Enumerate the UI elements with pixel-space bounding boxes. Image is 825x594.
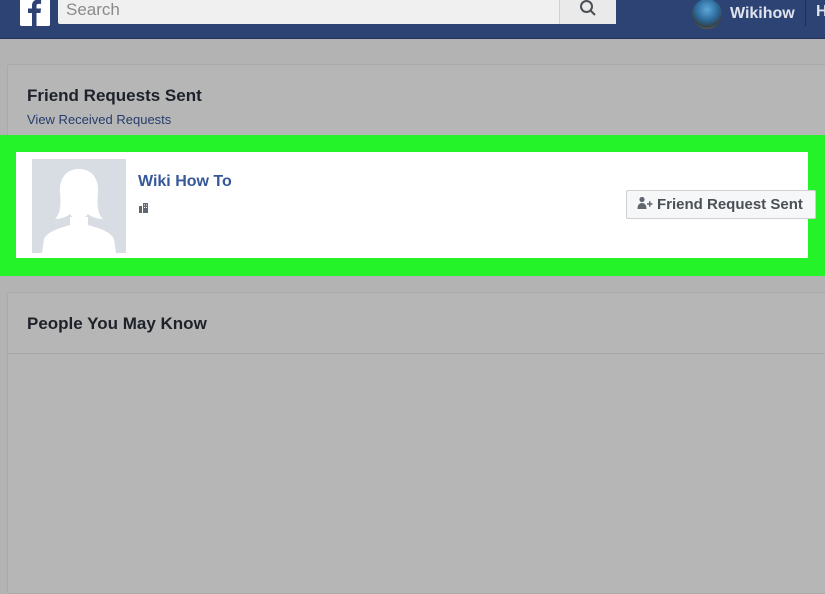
- profile-name: Wikihow: [730, 5, 795, 22]
- search-input[interactable]: [58, 0, 559, 24]
- section-title: Friend Requests Sent: [27, 86, 202, 105]
- search-button[interactable]: [559, 0, 616, 24]
- top-navigation-bar: Wikihow H: [0, 0, 825, 39]
- nav-divider: [805, 0, 806, 26]
- list-item: Wiki How To Friend Request Sent: [16, 152, 816, 258]
- divider: [8, 353, 825, 354]
- nav-home-link[interactable]: H: [816, 3, 825, 21]
- section-title: People You May Know: [27, 314, 207, 333]
- person-add-icon: [637, 196, 657, 214]
- profile-link[interactable]: Wikihow: [692, 0, 795, 29]
- button-label: Friend Request Sent: [657, 196, 803, 213]
- avatar: [692, 0, 722, 29]
- facebook-f-icon[interactable]: [20, 0, 50, 26]
- search-icon: [579, 0, 597, 22]
- default-profile-silhouette-icon[interactable]: [32, 159, 126, 253]
- friend-name-link[interactable]: Wiki How To: [138, 173, 232, 191]
- people-you-may-know-card: People You May Know: [7, 292, 825, 594]
- search-bar: [58, 0, 616, 24]
- friend-request-sent-button[interactable]: Friend Request Sent: [626, 190, 816, 219]
- building-icon: [138, 200, 149, 218]
- view-received-requests-link[interactable]: View Received Requests: [27, 112, 171, 127]
